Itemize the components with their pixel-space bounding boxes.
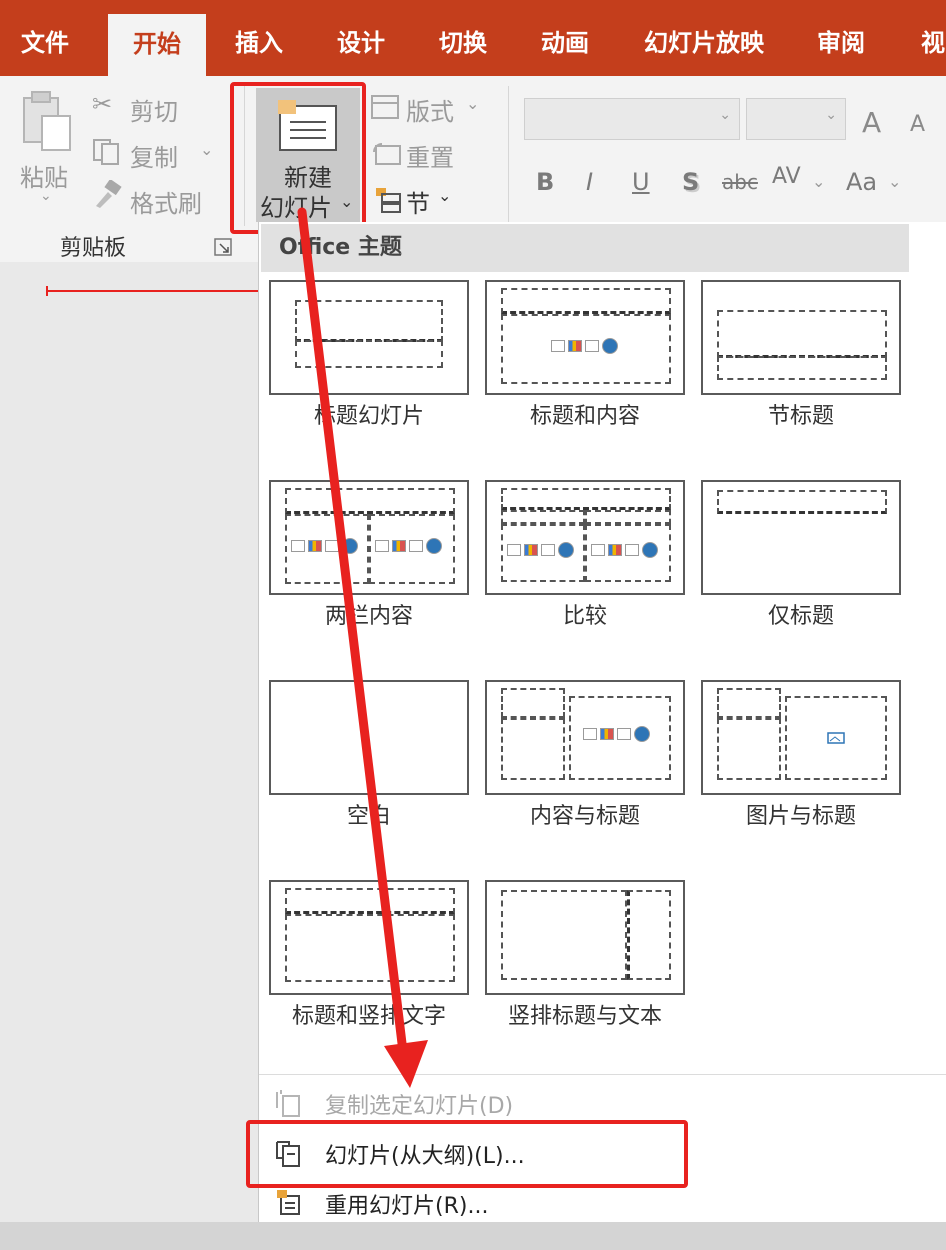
annotation-arrow xyxy=(297,207,428,1088)
